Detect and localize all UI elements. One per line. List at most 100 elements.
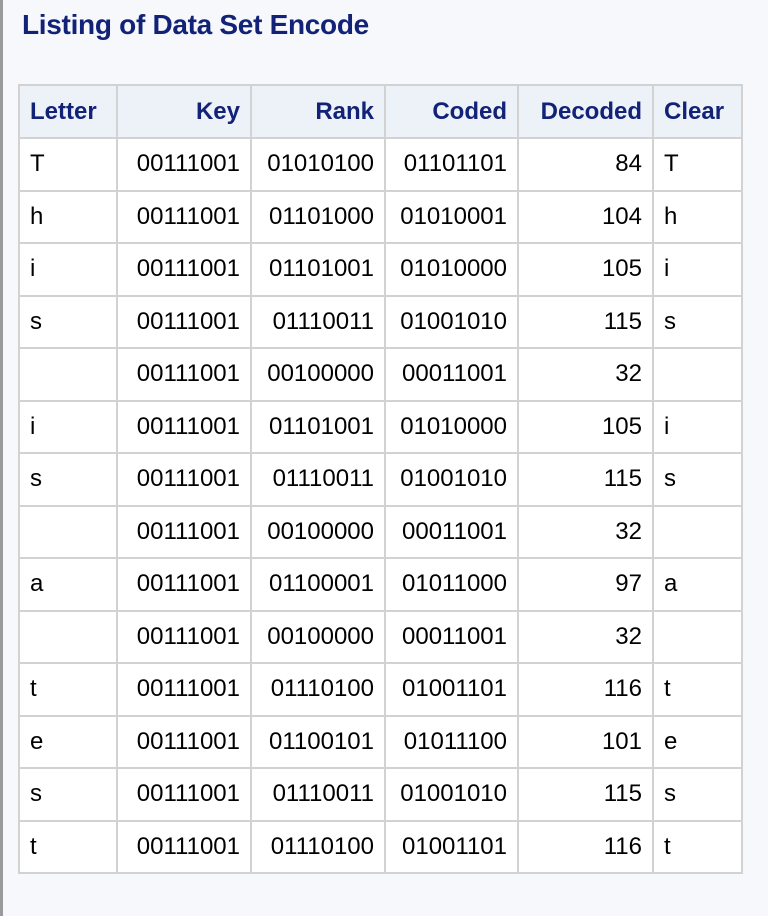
cell-coded: 01011000 xyxy=(384,557,519,612)
cell-clear: h xyxy=(652,189,743,244)
cell-key: 00111001 xyxy=(116,399,252,454)
table-row: e 00111001 01100101 01011100 101 e xyxy=(18,714,743,769)
cell-rank: 00100000 xyxy=(250,609,386,664)
cell-letter: i xyxy=(18,399,118,454)
cell-key: 00111001 xyxy=(116,137,252,192)
cell-coded: 01001101 xyxy=(384,662,519,717)
cell-coded: 01001010 xyxy=(384,452,519,507)
cell-decoded: 104 xyxy=(517,189,654,244)
cell-clear xyxy=(652,347,743,402)
cell-key: 00111001 xyxy=(116,452,252,507)
cell-letter: s xyxy=(18,767,118,822)
cell-clear xyxy=(652,504,743,559)
cell-key: 00111001 xyxy=(116,557,252,612)
cell-coded: 00011001 xyxy=(384,347,519,402)
cell-coded: 01011100 xyxy=(384,714,519,769)
cell-letter: t xyxy=(18,819,118,874)
table-row: i 00111001 01101001 01010000 105 i xyxy=(18,399,743,454)
table-row: s 00111001 01110011 01001010 115 s xyxy=(18,767,743,822)
cell-letter: e xyxy=(18,714,118,769)
window-left-border xyxy=(0,0,3,916)
table-row: s 00111001 01110011 01001010 115 s xyxy=(18,294,743,349)
cell-letter: s xyxy=(18,452,118,507)
cell-decoded: 101 xyxy=(517,714,654,769)
table-row: 00111001 00100000 00011001 32 xyxy=(18,609,743,664)
cell-key: 00111001 xyxy=(116,294,252,349)
column-header-decoded: Decoded xyxy=(517,84,654,139)
cell-decoded: 116 xyxy=(517,819,654,874)
cell-clear: s xyxy=(652,452,743,507)
cell-rank: 01100001 xyxy=(250,557,386,612)
cell-decoded: 115 xyxy=(517,294,654,349)
cell-key: 00111001 xyxy=(116,767,252,822)
cell-key: 00111001 xyxy=(116,242,252,297)
cell-key: 00111001 xyxy=(116,662,252,717)
cell-coded: 00011001 xyxy=(384,504,519,559)
cell-rank: 01110100 xyxy=(250,819,386,874)
cell-key: 00111001 xyxy=(116,189,252,244)
table-row: 00111001 00100000 00011001 32 xyxy=(18,347,743,402)
cell-decoded: 32 xyxy=(517,504,654,559)
cell-letter xyxy=(18,504,118,559)
data-table: Letter Key Rank Coded Decoded Clear T 00111001… xyxy=(18,84,743,874)
cell-coded: 01010001 xyxy=(384,189,519,244)
cell-letter xyxy=(18,609,118,664)
cell-letter: s xyxy=(18,294,118,349)
cell-rank: 01101000 xyxy=(250,189,386,244)
cell-decoded: 84 xyxy=(517,137,654,192)
cell-rank: 01101001 xyxy=(250,242,386,297)
cell-rank: 01110011 xyxy=(250,767,386,822)
cell-clear: s xyxy=(652,767,743,822)
table-row: a 00111001 01100001 01011000 97 a xyxy=(18,557,743,612)
cell-rank: 01010100 xyxy=(250,137,386,192)
column-header-clear: Clear xyxy=(652,84,743,139)
cell-rank: 01110011 xyxy=(250,294,386,349)
table-row: i 00111001 01101001 01010000 105 i xyxy=(18,242,743,297)
cell-coded: 01001010 xyxy=(384,767,519,822)
cell-clear: T xyxy=(652,137,743,192)
cell-decoded: 115 xyxy=(517,767,654,822)
cell-key: 00111001 xyxy=(116,609,252,664)
table-row: t 00111001 01110100 01001101 116 t xyxy=(18,662,743,717)
cell-letter: h xyxy=(18,189,118,244)
cell-clear: t xyxy=(652,662,743,717)
cell-clear: a xyxy=(652,557,743,612)
cell-clear: e xyxy=(652,714,743,769)
cell-coded: 00011001 xyxy=(384,609,519,664)
column-header-letter: Letter xyxy=(18,84,118,139)
cell-coded: 01101101 xyxy=(384,137,519,192)
cell-coded: 01001010 xyxy=(384,294,519,349)
table-row: T 00111001 01010100 01101101 84 T xyxy=(18,137,743,192)
table-row: t 00111001 01110100 01001101 116 t xyxy=(18,819,743,874)
cell-rank: 00100000 xyxy=(250,504,386,559)
cell-rank: 01110100 xyxy=(250,662,386,717)
cell-rank: 01101001 xyxy=(250,399,386,454)
cell-decoded: 115 xyxy=(517,452,654,507)
cell-key: 00111001 xyxy=(116,347,252,402)
table-header-row: Letter Key Rank Coded Decoded Clear xyxy=(18,84,743,139)
cell-key: 00111001 xyxy=(116,819,252,874)
cell-decoded: 97 xyxy=(517,557,654,612)
cell-letter: t xyxy=(18,662,118,717)
cell-clear: s xyxy=(652,294,743,349)
column-header-coded: Coded xyxy=(384,84,519,139)
column-header-rank: Rank xyxy=(250,84,386,139)
column-header-key: Key xyxy=(116,84,252,139)
cell-clear: i xyxy=(652,399,743,454)
cell-decoded: 105 xyxy=(517,242,654,297)
cell-clear: i xyxy=(652,242,743,297)
cell-decoded: 105 xyxy=(517,399,654,454)
cell-letter xyxy=(18,347,118,402)
cell-key: 00111001 xyxy=(116,714,252,769)
table-row: 00111001 00100000 00011001 32 xyxy=(18,504,743,559)
cell-rank: 01110011 xyxy=(250,452,386,507)
cell-clear: t xyxy=(652,819,743,874)
cell-rank: 00100000 xyxy=(250,347,386,402)
table-row: s 00111001 01110011 01001010 115 s xyxy=(18,452,743,507)
cell-letter: i xyxy=(18,242,118,297)
cell-coded: 01010000 xyxy=(384,399,519,454)
table-row: h 00111001 01101000 01010001 104 h xyxy=(18,189,743,244)
cell-letter: a xyxy=(18,557,118,612)
cell-decoded: 32 xyxy=(517,609,654,664)
cell-rank: 01100101 xyxy=(250,714,386,769)
